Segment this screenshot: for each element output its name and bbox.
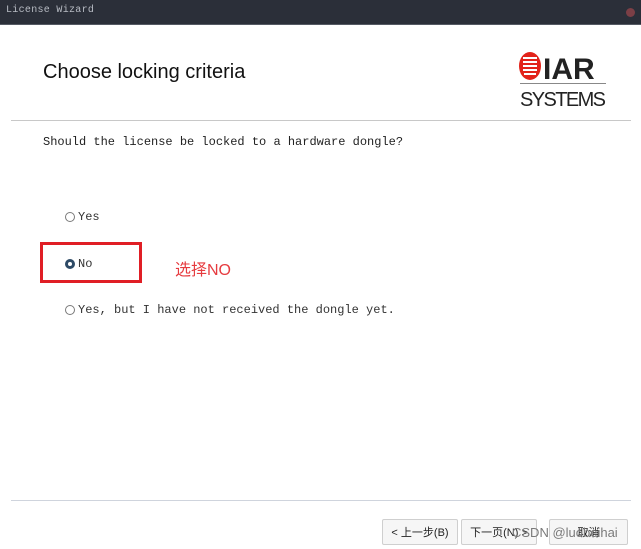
- title-bar: License Wizard: [0, 0, 641, 25]
- window-title: License Wizard: [6, 5, 95, 16]
- question-text: Should the license be locked to a hardwa…: [43, 135, 404, 149]
- option-label: Yes, but I have not received the dongle …: [78, 303, 395, 317]
- annotation-text: 选择NO: [175, 262, 232, 279]
- watermark: CSDN @luobeihai: [512, 525, 618, 540]
- header-divider: [11, 120, 631, 121]
- highlight-box: [40, 242, 142, 283]
- option-label: Yes: [78, 210, 100, 224]
- option-yes[interactable]: Yes: [65, 210, 100, 224]
- back-button[interactable]: < 上一步(B): [382, 519, 458, 545]
- logo-iar-text: IAR: [543, 53, 595, 86]
- radio-unchecked-icon[interactable]: [65, 305, 75, 315]
- page-title: Choose locking criteria: [43, 61, 246, 83]
- iar-systems-logo: IAR SYSTEMS: [519, 52, 606, 110]
- logo-systems-text: SYSTEMS: [520, 89, 606, 110]
- logo-emblem-icon: [519, 52, 541, 80]
- footer-divider: [11, 500, 631, 501]
- radio-unchecked-icon[interactable]: [65, 212, 75, 222]
- option-yes-no-dongle[interactable]: Yes, but I have not received the dongle …: [65, 303, 395, 317]
- close-icon[interactable]: [626, 8, 635, 17]
